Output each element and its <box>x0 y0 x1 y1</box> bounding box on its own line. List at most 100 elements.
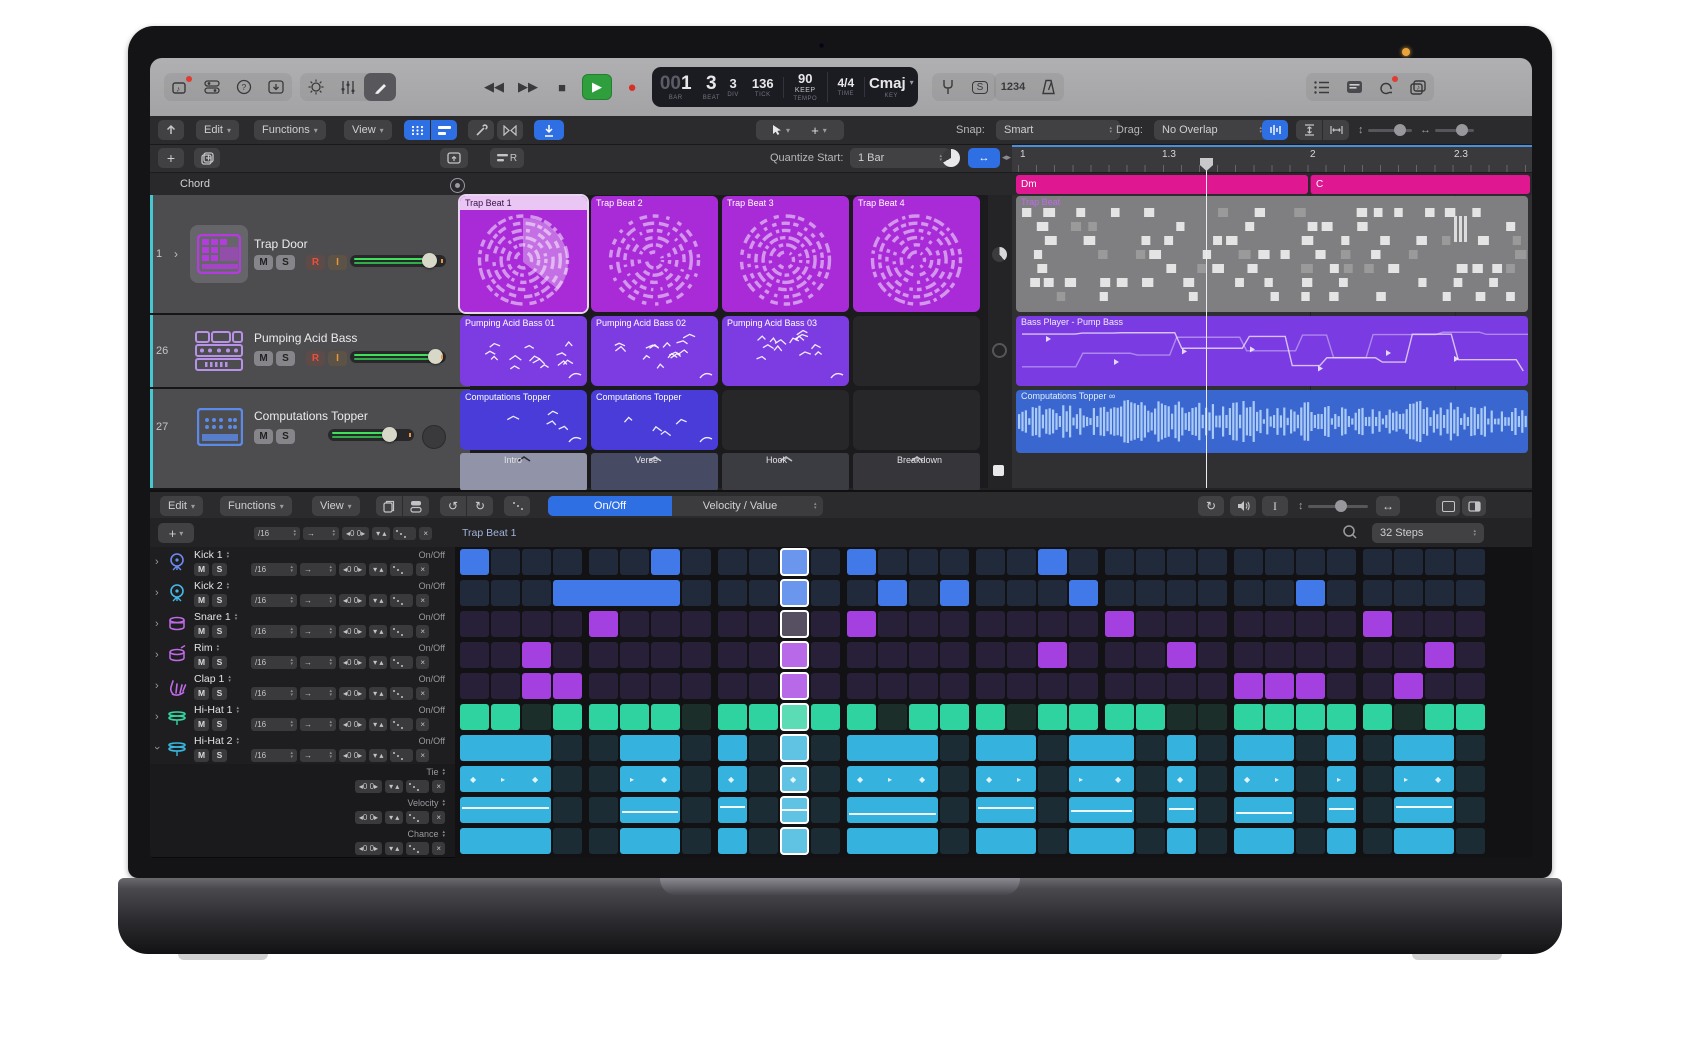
step-cell-off[interactable] <box>1425 549 1454 575</box>
step-cell-on[interactable] <box>620 704 649 730</box>
disclosure-icon[interactable]: › <box>155 556 159 568</box>
step-cell-off[interactable] <box>847 642 876 668</box>
row-dice-button[interactable] <box>390 687 413 700</box>
track-name[interactable]: Trap Door <box>254 237 308 251</box>
seq-row-kick1[interactable]: › Kick 1▴▾ On/Off MS /16▴▾ →▴▾ ◂0 0▸ ▾ ▴… <box>150 547 455 579</box>
step-cell-on[interactable] <box>847 828 938 854</box>
step-cell-on[interactable] <box>491 704 520 730</box>
row-clear-button[interactable]: × <box>416 594 429 607</box>
step-cell-off[interactable] <box>1136 580 1165 606</box>
step-cell-off[interactable] <box>1363 766 1392 792</box>
stepper-icon[interactable]: ▴▾ <box>227 582 230 590</box>
step-cell-on[interactable] <box>620 735 680 761</box>
playhead-step[interactable] <box>780 641 809 669</box>
step-cell-off[interactable] <box>589 673 618 699</box>
step-cell-off[interactable] <box>491 580 520 606</box>
loop-cell-bass-2[interactable]: Pumping Acid Bass 02 <box>591 316 718 386</box>
step-cell-off[interactable] <box>1007 673 1036 699</box>
step-cell-off[interactable] <box>718 611 747 637</box>
step-cell-off[interactable] <box>909 549 938 575</box>
step-cell-off[interactable] <box>1198 611 1227 637</box>
track-name[interactable]: Computations Topper <box>254 409 368 423</box>
step-cell-off[interactable] <box>976 580 1005 606</box>
step-cell-off[interactable] <box>1198 828 1227 854</box>
seq-row-kick2[interactable]: › Kick 2▴▾ On/Off MS /16▴▾ →▴▾ ◂0 0▸ ▾ ▴… <box>150 578 455 610</box>
step-cell-off[interactable] <box>553 828 582 854</box>
row-updown-buttons[interactable]: ▾ ▴ <box>369 625 387 638</box>
step-cell-off[interactable] <box>1234 642 1263 668</box>
step-cell-off[interactable] <box>1038 828 1067 854</box>
record-button[interactable]: ● <box>618 74 646 100</box>
step-cell-on[interactable] <box>718 735 747 761</box>
step-cell-on[interactable] <box>1363 704 1392 730</box>
loop-cell-trap-beat-1[interactable]: Trap Beat 1 <box>460 196 587 312</box>
step-cell-off[interactable] <box>491 642 520 668</box>
step-cell-on[interactable] <box>1327 735 1356 761</box>
row-solo-button[interactable]: S <box>212 687 227 700</box>
step-cell-on[interactable]: ▸◆ <box>620 766 680 792</box>
step-cell-off[interactable] <box>682 766 711 792</box>
row-clear-button[interactable]: × <box>416 749 429 762</box>
step-cell-on[interactable] <box>847 797 938 823</box>
row-mute-button[interactable]: M <box>194 563 209 576</box>
step-cell-on[interactable] <box>1394 735 1454 761</box>
step-cell-off[interactable] <box>847 580 876 606</box>
step-cell-off[interactable] <box>460 673 489 699</box>
stepper-icon[interactable]: ▴▾ <box>227 551 230 559</box>
step-cell-off[interactable] <box>940 828 969 854</box>
step-cell-off[interactable] <box>811 611 840 637</box>
step-cell-off[interactable] <box>1136 828 1165 854</box>
step-cell-on[interactable] <box>589 704 618 730</box>
step-cell-on[interactable] <box>1069 797 1134 823</box>
playhead-step[interactable] <box>780 579 809 607</box>
step-cell-off[interactable] <box>749 549 778 575</box>
step-cell-off[interactable] <box>589 642 618 668</box>
pattern-loop-button[interactable]: ↻ <box>1198 496 1224 516</box>
play-button[interactable]: ▶ <box>582 74 612 100</box>
subrow-updown-buttons[interactable]: ▾ ▴ <box>385 780 403 793</box>
step-cell-on[interactable] <box>1425 642 1454 668</box>
step-cell-on[interactable]: ▸ <box>1327 766 1356 792</box>
step-cell-off[interactable] <box>1394 611 1423 637</box>
step-cell-off[interactable] <box>1394 704 1423 730</box>
row-solo-button[interactable]: S <box>212 718 227 731</box>
step-cell-on[interactable] <box>718 704 747 730</box>
step-cell-off[interactable] <box>491 611 520 637</box>
step-cell-off[interactable] <box>1007 580 1036 606</box>
track-header-computations-topper[interactable]: 27 Computations Topper MS <box>150 389 470 490</box>
step-cell-on[interactable] <box>1265 673 1294 699</box>
step-cell-on[interactable] <box>976 828 1036 854</box>
quantize-q-icon[interactable] <box>1342 524 1360 542</box>
row-clear-button[interactable]: × <box>416 718 429 731</box>
step-cell-off[interactable] <box>909 580 938 606</box>
step-cell-off[interactable] <box>1456 673 1485 699</box>
step-cell-off[interactable] <box>1105 673 1134 699</box>
row-mute-button[interactable]: M <box>194 656 209 669</box>
step-cell-off[interactable] <box>878 704 907 730</box>
pattern-length-dropdown[interactable]: 32 Steps▴▾ <box>1372 523 1484 543</box>
step-cell-off[interactable] <box>1038 580 1067 606</box>
rotate-left-button[interactable]: ↺ <box>440 496 466 516</box>
step-cell-on[interactable] <box>847 735 938 761</box>
step-cell-on[interactable] <box>847 704 876 730</box>
region-bass-player[interactable]: Bass Player - Pump Bass <box>1016 316 1528 386</box>
row-dice-button[interactable] <box>390 718 413 731</box>
step-cell-on[interactable] <box>1167 797 1196 823</box>
smart-controls-button[interactable] <box>300 73 332 101</box>
step-cell-on[interactable] <box>1105 611 1134 637</box>
step-cell-off[interactable] <box>1198 580 1227 606</box>
loop-cell-topper-1[interactable]: Computations Topper <box>460 390 587 450</box>
step-cell-off[interactable] <box>491 673 520 699</box>
step-cell-on[interactable] <box>553 580 680 606</box>
command-tool-button[interactable] <box>534 120 564 140</box>
step-cell-off[interactable] <box>940 611 969 637</box>
quantize-start-dropdown[interactable]: 1 Bar▴▾ <box>850 148 950 168</box>
region-computations-topper[interactable]: Computations Topper ∞ <box>1016 390 1528 453</box>
loop-cell-bass-1[interactable]: Pumping Acid Bass 01 <box>460 316 587 386</box>
step-cell-on[interactable] <box>553 704 582 730</box>
track-header-pumping-acid-bass[interactable]: 26 Pumping Acid Bass MSRI <box>150 315 470 389</box>
vertical-zoom-slider[interactable]: ↕ <box>1358 122 1412 138</box>
step-cell-off[interactable] <box>878 611 907 637</box>
playhead-step[interactable] <box>780 610 809 638</box>
subrow-dice-button[interactable] <box>406 842 429 855</box>
